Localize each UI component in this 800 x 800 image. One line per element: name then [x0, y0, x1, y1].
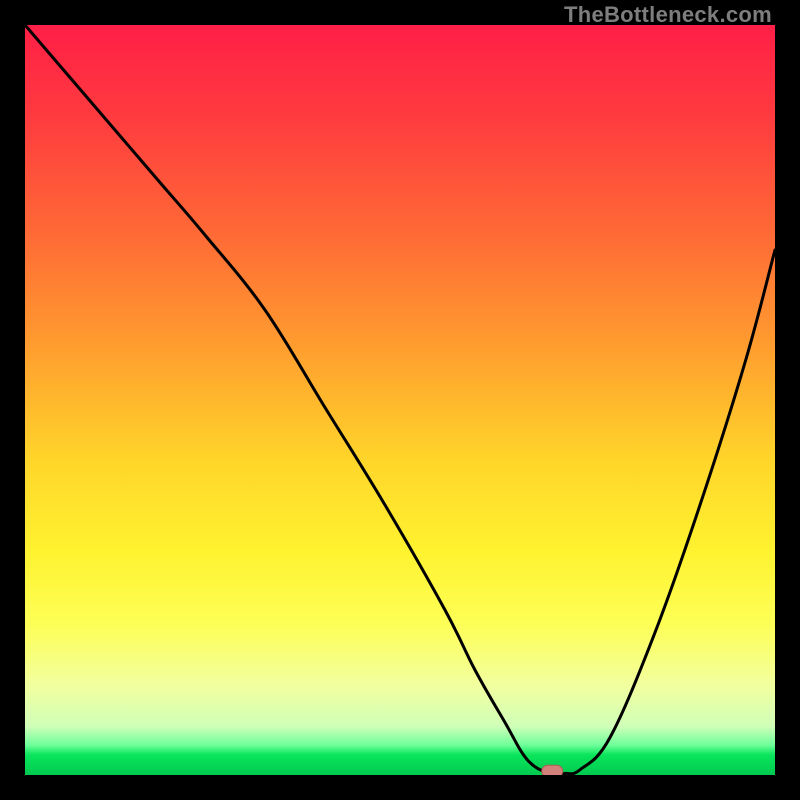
optimal-point-marker [542, 765, 563, 775]
chart-frame: TheBottleneck.com [0, 0, 800, 800]
bottleneck-curve [25, 25, 775, 775]
curve-layer [25, 25, 775, 775]
plot-area [25, 25, 775, 775]
